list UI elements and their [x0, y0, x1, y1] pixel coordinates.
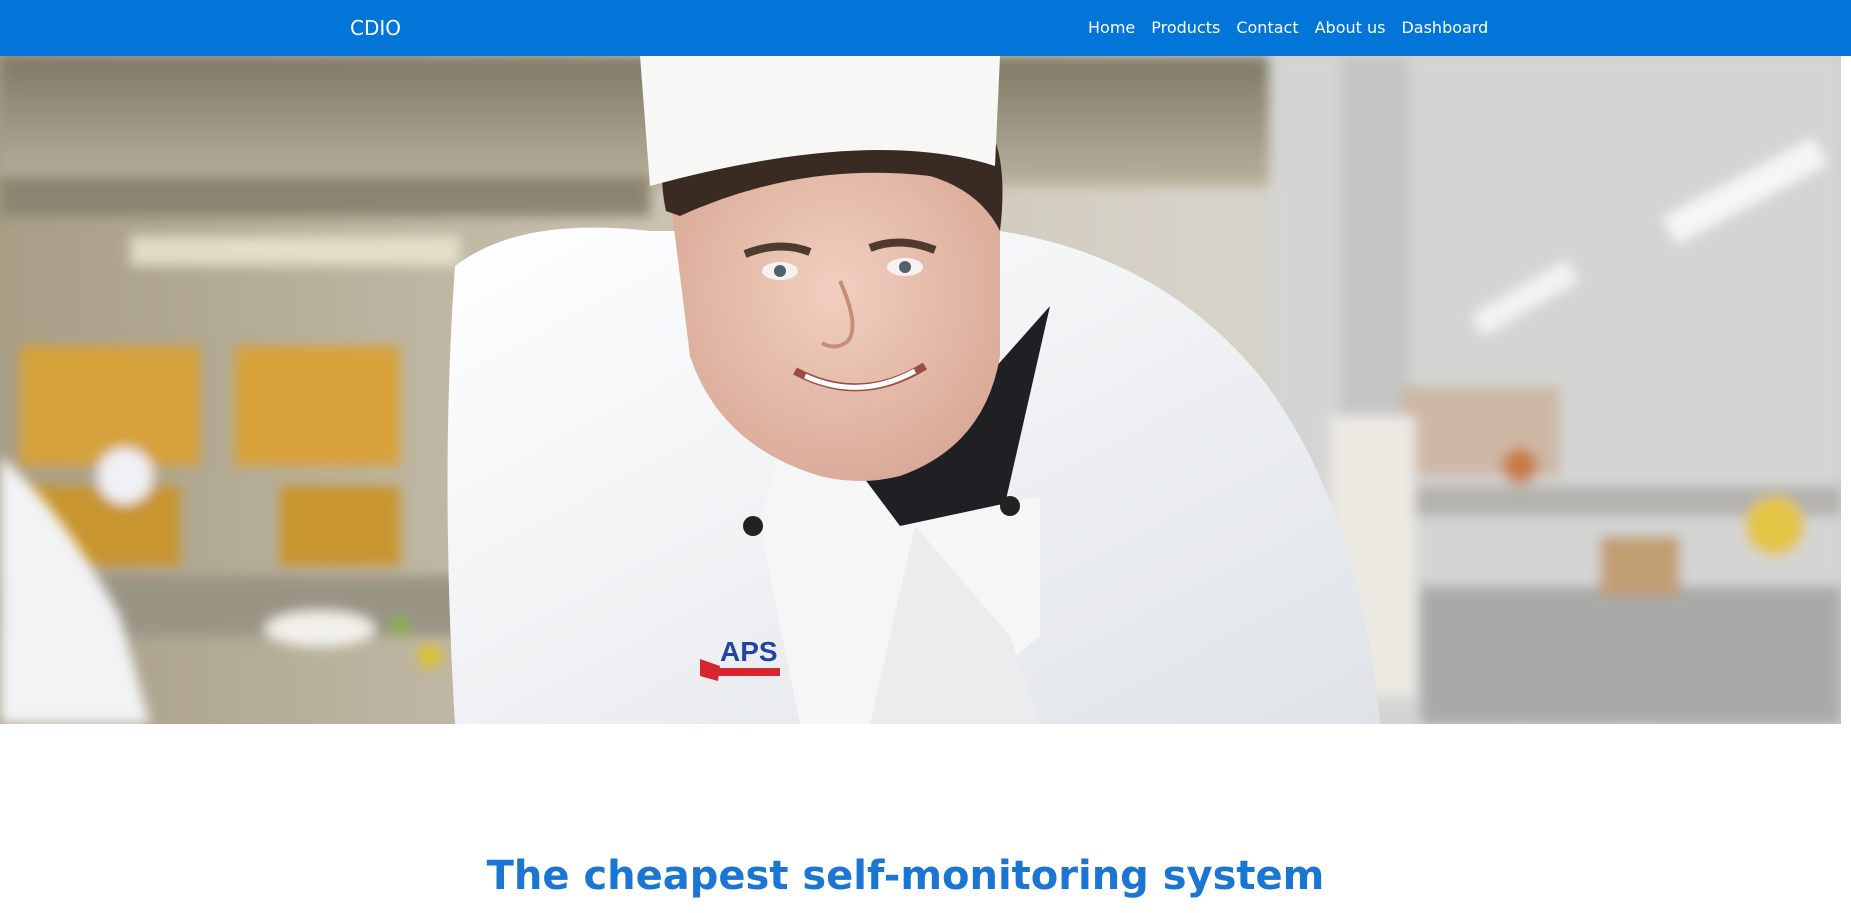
nav-contact-link[interactable]: Contact [1236, 17, 1298, 39]
top-navbar: CDIO Home Products Contact About us Dash… [0, 0, 1851, 56]
nav-dashboard-link[interactable]: Dashboard [1401, 17, 1488, 39]
svg-text:APS: APS [720, 636, 778, 667]
page-headline: The cheapest self-monitoring system [486, 853, 1325, 899]
brand-link[interactable]: CDIO [350, 16, 401, 40]
nav-products-link[interactable]: Products [1151, 17, 1220, 39]
nav-links: Home Products Contact About us Dashboard [1088, 17, 1488, 39]
nav-home-link[interactable]: Home [1088, 17, 1135, 39]
hero-image: APS [0, 56, 1841, 724]
nav-about-link[interactable]: About us [1315, 17, 1386, 39]
